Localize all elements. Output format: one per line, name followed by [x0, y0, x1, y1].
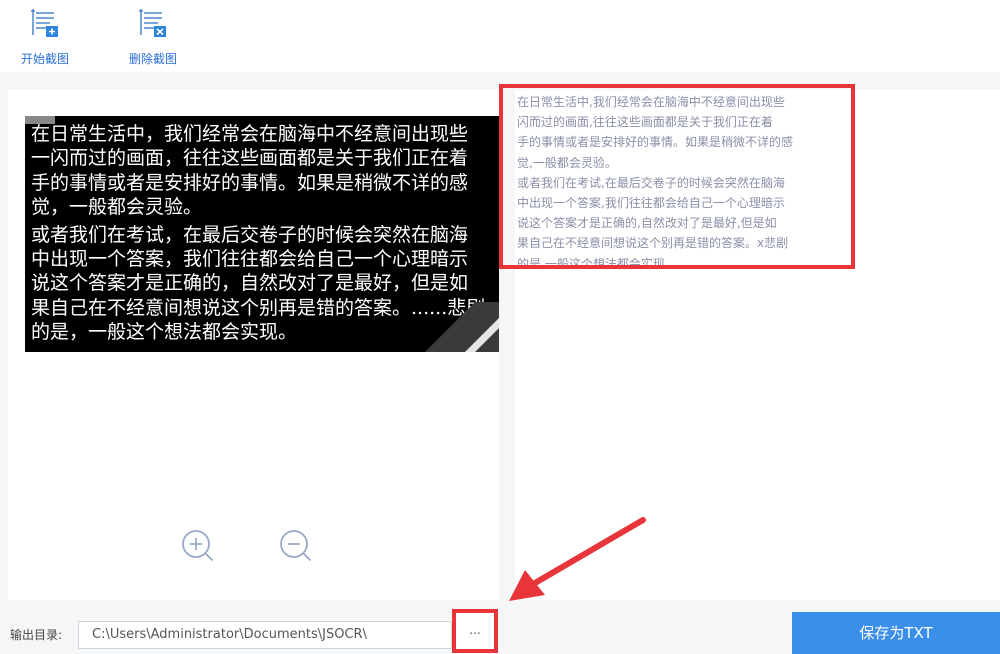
screenshot-add-icon	[31, 9, 58, 37]
image-line: 在日常生活中，我们经常会在脑海中不经意间出现些	[31, 123, 469, 145]
image-line: 或者我们在考试，在最后交卷子的时候会突然在脑海	[31, 223, 469, 246]
zoom-out-icon[interactable]	[278, 528, 314, 564]
start-screenshot-button[interactable]: 开始截图	[10, 6, 80, 68]
image-decoration	[425, 302, 499, 352]
toolbar: 开始截图 删除截图	[0, 0, 1000, 72]
zoom-in-icon[interactable]	[180, 528, 216, 564]
save-txt-button[interactable]: 保存为TXT	[792, 612, 1000, 654]
delete-screenshot-label: 删除截图	[128, 52, 177, 66]
image-line: 觉，一般都会灵验。	[31, 196, 203, 219]
browse-button[interactable]: ...	[452, 609, 498, 653]
result-highlight-annotation	[499, 84, 855, 269]
start-screenshot-label: 开始截图	[20, 52, 69, 66]
image-line: 中出现一个答案，我们往往都会给自己一个心理暗示	[31, 248, 469, 271]
image-preview-panel: 在日常生活中，我们经常会在脑海中不经意间出现些 一闪而过的画面，往往这些画面都是…	[8, 90, 499, 600]
image-line: 一闪而过的画面，往往这些画面都是关于我们正在着	[31, 147, 469, 170]
screenshot-delete-icon	[139, 9, 166, 37]
image-line: 手的事情或者是安排好的事情。如果是稍微不详的感	[31, 171, 469, 194]
delete-screenshot-button[interactable]: 删除截图	[118, 6, 188, 68]
image-paragraph: 在日常生活中，我们经常会在脑海中不经意间出现些 一闪而过的画面，往往这些画面都是…	[31, 122, 499, 220]
output-path-field[interactable]: C:\Users\Administrator\Documents\JSOCR\	[78, 621, 452, 649]
output-directory-label: 输出目录:	[10, 628, 63, 642]
annotation-arrow	[509, 517, 646, 601]
captured-image: 在日常生活中，我们经常会在脑海中不经意间出现些 一闪而过的画面，往往这些画面都是…	[25, 116, 499, 352]
